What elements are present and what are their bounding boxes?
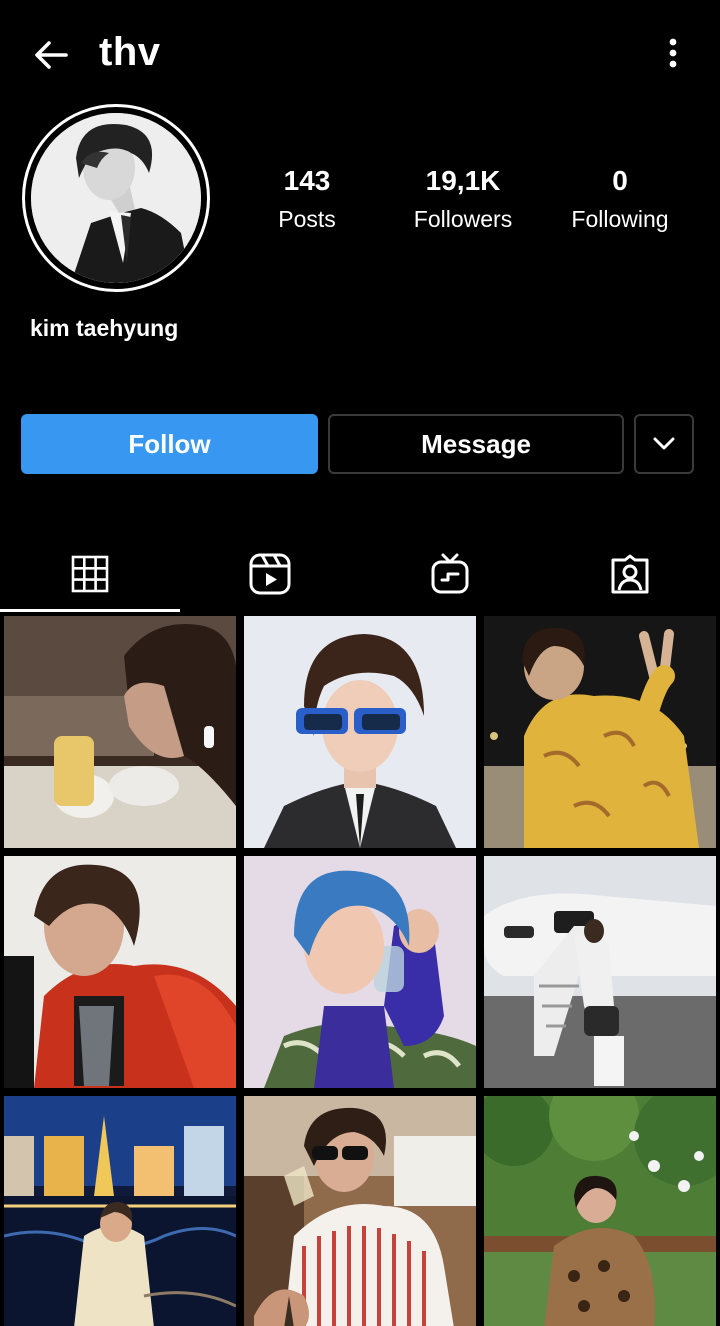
profile-tabs <box>0 536 720 612</box>
followers-count: 19,1K <box>425 165 501 196</box>
back-button[interactable] <box>30 34 72 76</box>
profile-username: thv <box>99 30 161 74</box>
following-label: Following <box>571 206 669 232</box>
tagged-person-icon <box>611 554 649 594</box>
top-bar: thv <box>0 0 720 108</box>
avatar-ring[interactable] <box>22 104 210 292</box>
tab-igtv[interactable] <box>360 536 540 612</box>
post-thumbnail-1[interactable] <box>4 616 236 848</box>
following-count: 0 <box>612 165 628 196</box>
post-thumbnail-2[interactable] <box>244 616 476 848</box>
post-thumbnail-8[interactable] <box>244 1096 476 1326</box>
grid-icon <box>71 555 109 593</box>
post-thumbnail-7[interactable] <box>4 1096 236 1326</box>
post-thumbnail-3[interactable] <box>484 616 716 848</box>
suggestions-button[interactable] <box>634 414 694 474</box>
tab-posts[interactable] <box>0 536 180 612</box>
active-tab-indicator <box>0 609 180 612</box>
reels-icon <box>249 553 291 595</box>
stat-following[interactable]: 0 Following <box>535 166 705 234</box>
chevron-down-icon <box>653 437 675 450</box>
avatar <box>31 113 201 283</box>
posts-label: Posts <box>278 206 336 232</box>
post-thumbnail-5[interactable] <box>244 856 476 1088</box>
tab-reels[interactable] <box>180 536 360 612</box>
profile-display-name: kim taehyung <box>30 315 179 341</box>
more-vertical-icon <box>669 38 677 68</box>
post-thumbnail-6[interactable] <box>484 856 716 1088</box>
message-button[interactable]: Message <box>328 414 624 474</box>
stat-posts[interactable]: 143 Posts <box>222 166 392 234</box>
follow-button[interactable]: Follow <box>21 414 318 474</box>
post-thumbnail-9[interactable] <box>484 1096 716 1326</box>
more-options-button[interactable] <box>652 32 694 74</box>
posts-count: 143 <box>283 165 331 196</box>
arrow-left-icon <box>35 41 68 69</box>
igtv-icon <box>431 553 469 594</box>
followers-label: Followers <box>413 206 513 232</box>
stat-followers[interactable]: 19,1K Followers <box>378 166 548 234</box>
post-thumbnail-4[interactable] <box>4 856 236 1088</box>
tab-tagged[interactable] <box>540 536 720 612</box>
